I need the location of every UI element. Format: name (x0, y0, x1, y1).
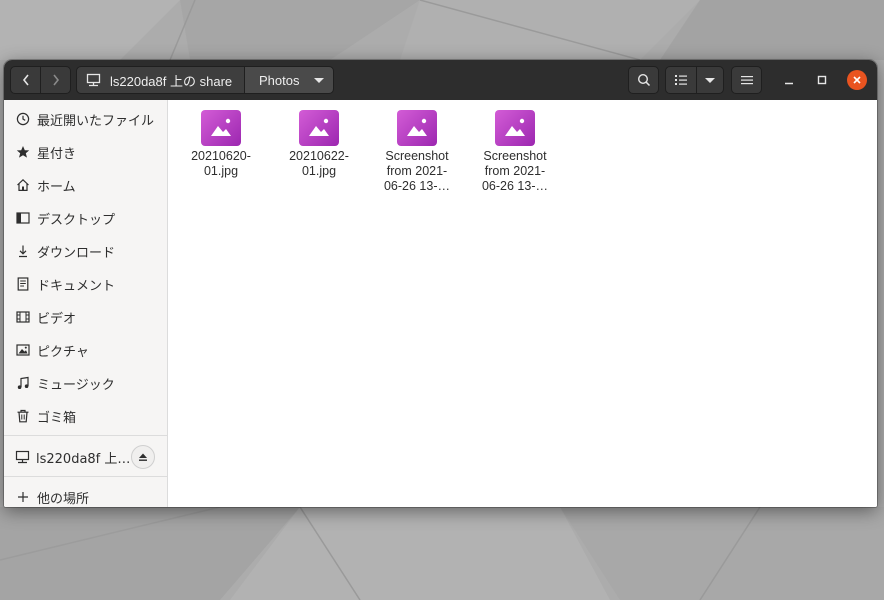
chevron-right-icon (52, 74, 59, 86)
path-root-label: ls220da8f 上の share (110, 73, 233, 89)
forward-button[interactable] (40, 66, 71, 94)
sidebar-item-other-locations[interactable]: 他の場所 (4, 484, 167, 507)
search-icon (637, 73, 650, 87)
sidebar-item-videos[interactable]: ビデオ (4, 304, 167, 330)
sidebar-item-network-mount[interactable]: ls220da8f 上… (4, 444, 167, 470)
trash-icon (15, 408, 31, 424)
main-menu-button[interactable] (731, 66, 762, 94)
chevron-down-icon (314, 78, 324, 83)
minimize-button[interactable] (779, 70, 799, 90)
maximize-button[interactable] (812, 70, 832, 90)
sidebar-item-label: ホーム (37, 179, 76, 195)
path-bar-current[interactable]: Photos (244, 66, 334, 94)
file-name: 20210622- 01.jpg (289, 149, 349, 178)
sidebar-divider (4, 476, 167, 477)
minimize-icon (785, 82, 793, 85)
search-button[interactable] (628, 66, 659, 94)
path-bar-root[interactable]: ls220da8f 上の share (76, 66, 245, 94)
sidebar-item-label: 最近開いたファイル (37, 113, 155, 129)
video-icon (15, 309, 31, 325)
download-icon (15, 243, 31, 259)
plus-icon (15, 489, 31, 505)
file-name: 20210620- 01.jpg (191, 149, 251, 178)
sidebar-item-starred[interactable]: 星付き (4, 139, 167, 165)
sidebar-item-label: ビデオ (37, 311, 77, 327)
star-icon (15, 144, 31, 160)
list-view-icon (675, 75, 687, 85)
file-grid: 20210620- 01.jpg 20210622- 01.jpg Screen… (168, 100, 877, 507)
hamburger-menu-icon (740, 76, 753, 85)
file-name: Screenshot from 2021- 06-26 13-… (481, 149, 548, 193)
sidebar-item-desktop[interactable]: デスクトップ (4, 205, 167, 231)
picture-icon (15, 342, 31, 358)
eject-button[interactable] (131, 445, 155, 469)
file-item[interactable]: Screenshot from 2021- 06-26 13-… (466, 110, 564, 194)
sidebar-item-label: ゴミ箱 (37, 410, 77, 426)
music-icon (15, 375, 31, 391)
view-toggle-button[interactable] (665, 66, 697, 94)
sidebar-item-label: ミュージック (37, 377, 115, 393)
image-file-icon (495, 110, 535, 146)
sidebar-item-home[interactable]: ホーム (4, 172, 167, 198)
close-button[interactable] (847, 70, 867, 90)
file-name: Screenshot from 2021- 06-26 13-… (383, 149, 450, 193)
sidebar-item-label: ピクチャ (37, 344, 89, 360)
sidebar-divider (4, 435, 167, 436)
back-button[interactable] (10, 66, 41, 94)
sidebar-item-recent[interactable]: 最近開いたファイル (4, 106, 167, 132)
sidebar-item-documents[interactable]: ドキュメント (4, 271, 167, 297)
image-file-icon (201, 110, 241, 146)
image-file-icon (397, 110, 437, 146)
eject-icon (139, 453, 147, 461)
network-drive-icon (15, 449, 31, 465)
document-icon (15, 276, 31, 292)
sidebar-item-label: ドキュメント (37, 278, 116, 294)
sidebar-item-label: ダウンロード (37, 245, 116, 261)
path-current-label: Photos (259, 72, 300, 88)
chevron-left-icon (22, 74, 29, 86)
sidebar-item-label: 星付き (37, 146, 77, 162)
maximize-icon (817, 75, 827, 85)
close-icon (853, 76, 861, 84)
sidebar-item-downloads[interactable]: ダウンロード (4, 238, 167, 264)
view-options-button[interactable] (696, 66, 724, 94)
sidebar-item-label: デスクトップ (37, 212, 116, 228)
home-icon (15, 177, 31, 193)
file-manager-window: ls220da8f 上の share Photos 最近開いたファイル 星付き … (4, 60, 877, 507)
sidebar-item-trash[interactable]: ゴミ箱 (4, 403, 167, 429)
sidebar-item-label: ls220da8f 上… (36, 451, 131, 467)
network-drive-icon (86, 73, 101, 87)
sidebar-item-pictures[interactable]: ピクチャ (4, 337, 167, 363)
header-bar: ls220da8f 上の share Photos (4, 60, 877, 101)
desktop-icon (15, 210, 31, 226)
sidebar-item-label: 他の場所 (37, 491, 90, 507)
sidebar: 最近開いたファイル 星付き ホーム デスクトップ ダウンロード ドキュメント ビ… (4, 100, 168, 507)
clock-icon (15, 111, 31, 127)
file-item[interactable]: Screenshot from 2021- 06-26 13-… (368, 110, 466, 194)
image-file-icon (299, 110, 339, 146)
file-item[interactable]: 20210620- 01.jpg (172, 110, 270, 179)
chevron-down-icon (705, 77, 715, 83)
sidebar-item-music[interactable]: ミュージック (4, 370, 167, 396)
file-item[interactable]: 20210622- 01.jpg (270, 110, 368, 179)
